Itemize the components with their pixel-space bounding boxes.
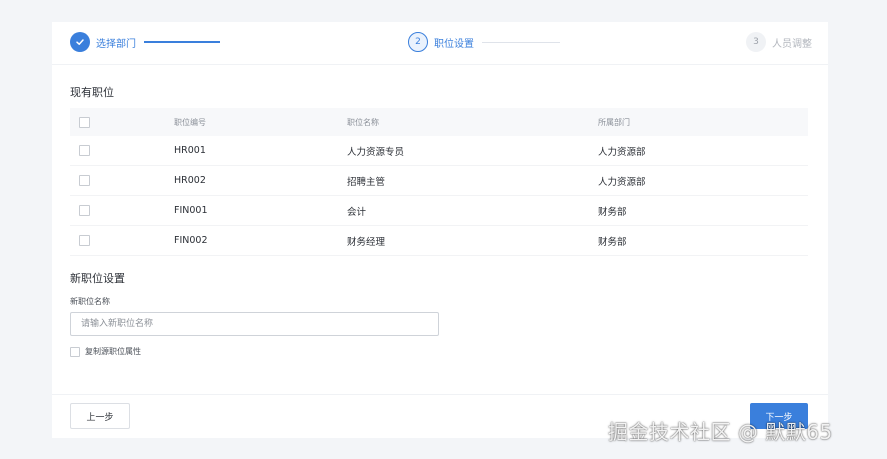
cell-name: 会计 (347, 206, 367, 218)
row-checkbox[interactable] (79, 205, 90, 216)
step-connector (144, 41, 220, 43)
header-name: 职位名称 (347, 117, 379, 127)
copy-attributes-label: 复制源职位属性 (85, 347, 141, 356)
table-row[interactable]: FIN002 财务经理 财务部 (70, 226, 808, 256)
existing-positions-title: 现有职位 (70, 86, 114, 99)
row-checkbox[interactable] (79, 235, 90, 246)
new-position-name-input[interactable] (70, 312, 439, 336)
table-header: 职位编号 职位名称 所属部门 (70, 108, 808, 136)
new-position-name-label: 新职位名称 (70, 297, 110, 306)
copy-attributes-option[interactable]: 复制源职位属性 (70, 346, 141, 357)
step-connector (482, 41, 560, 43)
step-select-department[interactable]: 选择部门 (70, 32, 220, 52)
row-checkbox[interactable] (79, 175, 90, 186)
header-code: 职位编号 (174, 117, 206, 127)
row-checkbox[interactable] (79, 145, 90, 156)
footer-divider (52, 394, 828, 395)
header-dept: 所属部门 (598, 117, 630, 127)
watermark: 掘金技术社区 @ 默默65 (608, 420, 833, 444)
cell-name: 招聘主管 (347, 176, 386, 188)
steps-bar: 选择部门 2 职位设置 3 人员调整 (52, 22, 828, 65)
step-label: 人员调整 (772, 38, 812, 50)
copy-attributes-checkbox[interactable] (70, 346, 80, 357)
cell-code: FIN001 (174, 205, 208, 216)
step-number: 2 (408, 32, 428, 52)
step-staff-adjustment[interactable]: 3 人员调整 (746, 32, 812, 52)
table-row[interactable]: HR002 招聘主管 人力资源部 (70, 166, 808, 196)
cell-code: HR002 (174, 175, 206, 186)
cell-dept: 人力资源部 (598, 146, 646, 158)
new-position-title: 新职位设置 (70, 272, 125, 285)
step-number: 3 (746, 32, 766, 52)
step-label: 选择部门 (96, 38, 136, 50)
cell-dept: 财务部 (598, 236, 627, 248)
prev-button[interactable]: 上一步 (70, 403, 130, 429)
positions-table: 职位编号 职位名称 所属部门 HR001 人力资源专员 人力资源部 HR002 … (70, 108, 808, 256)
cell-code: HR001 (174, 145, 206, 156)
cell-name: 人力资源专员 (347, 146, 405, 158)
select-all-checkbox[interactable] (79, 116, 90, 128)
step-position-settings[interactable]: 2 职位设置 (408, 32, 560, 52)
wizard-card: 选择部门 2 职位设置 3 人员调整 现有职位 职位编号 职位名称 所属部门 H… (52, 22, 828, 438)
cell-dept: 财务部 (598, 206, 627, 218)
check-icon (70, 32, 90, 52)
table-row[interactable]: FIN001 会计 财务部 (70, 196, 808, 226)
step-label: 职位设置 (434, 38, 474, 50)
cell-code: FIN002 (174, 235, 208, 246)
cell-dept: 人力资源部 (598, 176, 646, 188)
table-row[interactable]: HR001 人力资源专员 人力资源部 (70, 136, 808, 166)
cell-name: 财务经理 (347, 236, 386, 248)
